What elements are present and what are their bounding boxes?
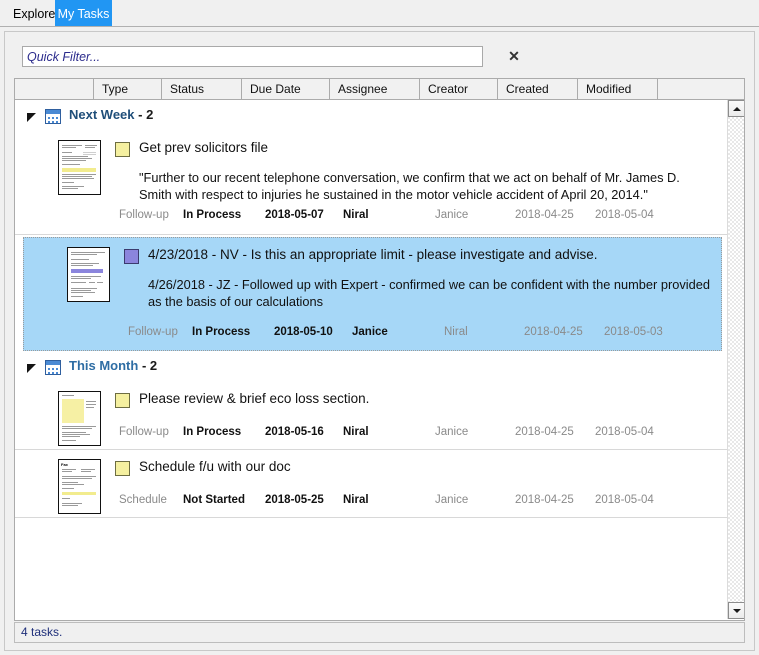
task-type: Follow-up [119,209,169,221]
tab-bar: Explorer My Tasks [0,0,759,27]
scrollbar-track[interactable] [728,117,744,602]
task-group-count: - 2 [138,107,154,122]
task-count-label: 4 tasks. [21,625,63,639]
task-color-swatch [115,393,130,408]
expanded-triangle-icon[interactable] [25,361,39,375]
task-assignee: Niral [343,426,369,438]
column-header-creator[interactable]: Creator [420,78,498,100]
task-body-text: 4/26/2018 - JZ - Followed up with Expert… [148,277,710,309]
task-body-text: "Further to our recent telephone convers… [139,170,680,202]
clear-filter-icon[interactable]: ✕ [503,45,525,67]
task-modified-date: 2018-05-03 [604,326,663,338]
tab-my-tasks[interactable]: My Tasks [55,0,112,26]
tab-explorer-label: Explorer [13,7,60,21]
column-header-modified[interactable]: Modified [578,78,658,100]
status-bar: 4 tasks. [14,622,745,643]
task-meta-row: Schedule Not Started 2018-05-25 Niral Janice… [15,494,728,510]
task-status: In Process [183,209,242,221]
filter-bar: ✕ [14,40,745,72]
task-modified-date: 2018-05-04 [595,426,654,438]
task-modified-date: 2018-05-04 [595,494,654,506]
document-thumbnail[interactable] [67,247,110,302]
column-header-row: Type Status Due Date Assignee Creator Cr… [14,78,745,100]
column-header-created[interactable]: Created [498,78,578,100]
task-meta-row: Follow-up In Process 2018-05-07 Niral Janice… [15,209,728,225]
task-title: 4/23/2018 - NV - Is this an appropriate … [148,247,598,262]
task-title: Please review & brief eco loss section. [139,391,370,406]
calendar-icon [45,109,61,124]
task-group-name: This Month [69,358,139,373]
task-assignee: Janice [352,326,388,338]
task-modified-date: 2018-05-04 [595,209,654,221]
task-assignee: Niral [343,209,369,221]
expanded-triangle-icon[interactable] [25,110,39,124]
tab-my-tasks-label: My Tasks [57,7,110,21]
column-header-assignee[interactable]: Assignee [330,78,420,100]
task-creator: Niral [444,326,468,338]
task-creator: Janice [435,209,469,221]
task-type: Follow-up [119,426,169,438]
task-status: Not Started [183,494,245,506]
task-row[interactable]: 4/23/2018 - NV - Is this an appropriate … [23,237,722,351]
scroll-down-button[interactable] [728,602,744,619]
task-creator: Janice [435,494,469,506]
task-row[interactable]: Get prev solicitors file "Further to our … [15,131,728,235]
task-group-label: This Month - 2 [69,358,157,373]
task-group-label: Next Week - 2 [69,107,153,122]
task-title: Get prev solicitors file [139,140,269,155]
column-header-blank-right[interactable] [658,78,745,100]
column-header-status[interactable]: Status [162,78,242,100]
column-header-blank-left[interactable] [14,78,94,100]
fax-thumbnail-label: Fax [61,462,68,467]
calendar-icon [45,360,61,375]
task-created-date: 2018-04-25 [515,209,574,221]
task-assignee: Niral [343,494,369,506]
task-created-date: 2018-04-25 [524,326,583,338]
task-type: Follow-up [128,326,178,338]
task-created-date: 2018-04-25 [515,494,574,506]
document-thumbnail[interactable] [58,140,101,195]
column-header-type[interactable]: Type [94,78,162,100]
column-header-due-date[interactable]: Due Date [242,78,330,100]
my-tasks-window: Explorer My Tasks ✕ Type Status Due Date… [0,0,759,655]
task-meta-row: Follow-up In Process 2018-05-10 Janice Niral… [24,326,728,342]
task-created-date: 2018-04-25 [515,426,574,438]
quick-filter-input[interactable] [22,46,483,67]
task-color-swatch [124,249,139,264]
scroll-up-button[interactable] [728,100,744,117]
task-group-name: Next Week [69,107,135,122]
task-status: In Process [192,326,251,338]
scroll-down-arrow-icon [733,609,741,613]
task-list: Next Week - 2 Get prev solicitors file "Fu… [14,100,745,621]
task-list-content: Next Week - 2 Get prev solicitors file "Fu… [15,100,728,619]
task-due-date: 2018-05-16 [265,426,324,438]
scroll-up-arrow-icon [733,107,741,111]
task-group-count: - 2 [141,358,158,373]
task-meta-row: Follow-up In Process 2018-05-16 Niral Janice… [15,426,728,442]
vertical-scrollbar[interactable] [727,100,744,619]
task-due-date: 2018-05-10 [274,326,333,338]
task-row[interactable]: Please review & brief eco loss section. F… [15,382,728,450]
task-due-date: 2018-05-07 [265,209,324,221]
task-creator: Janice [435,426,469,438]
task-color-swatch [115,142,130,157]
task-status: In Process [183,426,242,438]
task-due-date: 2018-05-25 [265,494,324,506]
task-type: Schedule [119,494,167,506]
task-title: Schedule f/u with our doc [139,459,291,474]
task-group-header[interactable]: This Month - 2 [15,355,728,382]
task-row[interactable]: Fax Schedule f/u with our doc Schedule Not … [15,450,728,518]
tasks-panel: ✕ Type Status Due Date Assignee Creator … [4,31,755,651]
task-color-swatch [115,461,130,476]
task-group-header[interactable]: Next Week - 2 [15,104,728,131]
